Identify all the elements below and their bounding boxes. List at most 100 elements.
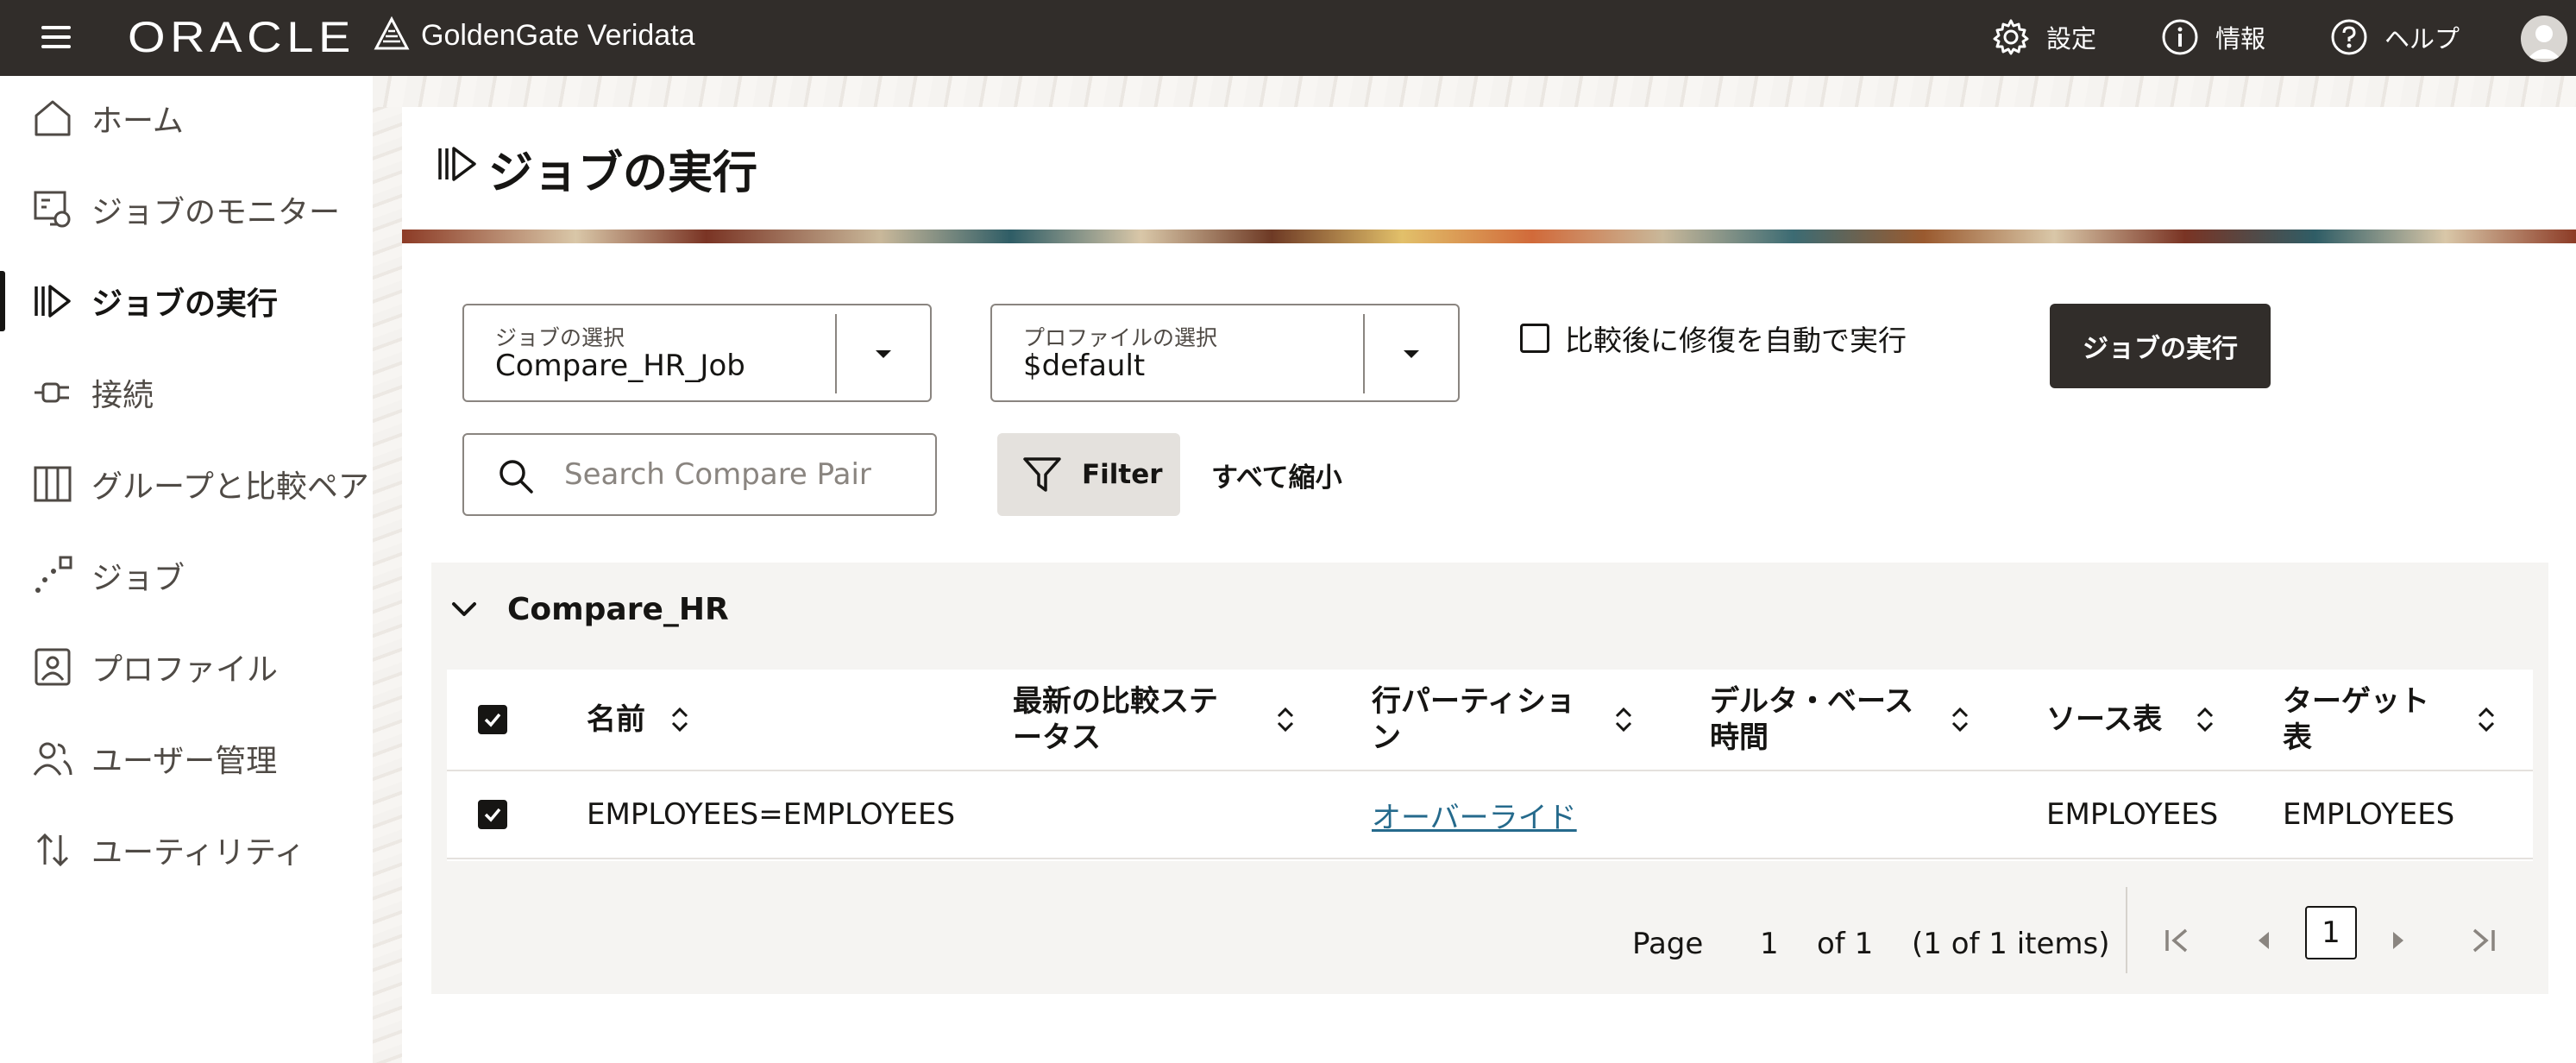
sidebar-item-profiles[interactable]: プロファイル	[0, 628, 373, 706]
column-header-label: ソース表	[2046, 701, 2163, 737]
help-label: ヘルプ	[2384, 24, 2460, 53]
columns-icon	[34, 466, 72, 502]
cell-target-table: EMPLOYEES	[2283, 797, 2455, 832]
column-header-label: 行パーティション	[1372, 683, 1575, 756]
user-avatar[interactable]	[2521, 16, 2567, 62]
users-icon	[33, 742, 72, 776]
current-page-button[interactable]: 1	[2305, 906, 2357, 959]
gear-icon	[1993, 19, 2029, 55]
compare-group-panel: Compare_HR 名前 最新の比較ステータス 行パーティション デルタ・ベー…	[431, 563, 2548, 994]
row-partition-override-link[interactable]: オーバーライド	[1372, 794, 1577, 836]
sort-icon	[1951, 707, 1969, 733]
job-select-label: ジョブの選択	[495, 325, 625, 350]
row-checkbox[interactable]	[478, 800, 507, 829]
previous-page-icon[interactable]	[2243, 920, 2284, 961]
group-toggle[interactable]: Compare_HR	[449, 583, 729, 635]
help-button[interactable]: ヘルプ	[2329, 16, 2460, 59]
chevron-down-icon	[452, 602, 476, 616]
page-of-label: of 1	[1817, 927, 1874, 961]
sidebar-item-label: ジョブ	[91, 561, 185, 596]
user-avatar-icon	[2528, 25, 2560, 59]
sort-icon	[671, 707, 688, 733]
sidebar-item-label: ジョブの実行	[91, 286, 279, 322]
search-placeholder: Search Compare Pair	[564, 457, 871, 492]
auto-repair-label: 比較後に修復を自動で実行	[1565, 324, 1907, 357]
job-select-value: Compare_HR_Job	[495, 349, 745, 383]
column-header-label: 名前	[587, 701, 645, 737]
dropdown-arrow-icon[interactable]	[870, 340, 897, 368]
profile-select-label: プロファイルの選択	[1023, 325, 1218, 350]
select-divider	[1363, 314, 1365, 393]
filter-label: Filter	[1082, 459, 1163, 490]
next-page-icon[interactable]	[2378, 920, 2419, 961]
sidebar: ホーム ジョブのモニター ジョブの実行 接続 グループと比較ペア ジョブ プロフ…	[0, 76, 373, 1063]
page-header: ジョブの実行	[402, 107, 2576, 230]
settings-button[interactable]: 設定	[1991, 16, 2096, 59]
sidebar-item-user-management[interactable]: ユーザー管理	[0, 720, 373, 797]
filter-button[interactable]: Filter	[997, 433, 1180, 516]
sidebar-item-utilities[interactable]: ユーティリティ	[0, 811, 373, 889]
sidebar-item-label: ユーティリティ	[91, 835, 305, 871]
cell-row-partition: オーバーライド	[1372, 771, 1577, 858]
auto-repair-checkbox-box[interactable]	[1520, 324, 1549, 353]
column-header-name[interactable]: 名前	[587, 670, 983, 770]
page-label: Page	[1632, 927, 1704, 961]
sidebar-item-label: ユーザー管理	[91, 744, 278, 779]
items-count-label: (1 of 1 items)	[1912, 927, 2110, 961]
profile-select[interactable]: プロファイルの選択 $default	[990, 304, 1460, 402]
dropdown-arrow-icon[interactable]	[1398, 340, 1425, 368]
last-page-icon[interactable]	[2462, 920, 2504, 961]
compare-pair-table: 名前 最新の比較ステータス 行パーティション デルタ・ベース時間 ソース表 ター…	[447, 670, 2533, 861]
table-row[interactable]	[478, 771, 507, 858]
sidebar-item-jobs[interactable]: ジョブ	[0, 537, 373, 614]
select-all-checkbox[interactable]	[478, 705, 507, 734]
run-job-button[interactable]: ジョブの実行	[2050, 304, 2271, 388]
hamburger-menu-icon[interactable]	[41, 22, 71, 52]
sort-icon	[2196, 707, 2214, 733]
select-divider	[835, 314, 837, 393]
sidebar-item-home[interactable]: ホーム	[0, 79, 373, 157]
column-header-label: デルタ・ベース時間	[1710, 683, 1914, 756]
sort-icon	[1277, 707, 1294, 733]
column-header-label: 最新の比較ステータス	[1013, 683, 1218, 756]
column-header-delta-base-time[interactable]: デルタ・ベース時間	[1710, 670, 2020, 770]
sidebar-item-job-monitor[interactable]: ジョブのモニター	[0, 171, 373, 248]
run-job-icon	[35, 285, 71, 318]
help-icon	[2331, 19, 2367, 55]
first-page-icon[interactable]	[2157, 920, 2198, 961]
job-icon	[35, 556, 72, 593]
sidebar-item-label: グループと比較ペア	[91, 469, 369, 505]
utility-icon	[36, 833, 69, 867]
plug-icon	[35, 382, 69, 403]
select-all-cell	[478, 670, 507, 770]
job-select[interactable]: ジョブの選択 Compare_HR_Job	[462, 304, 932, 402]
sidebar-item-connections[interactable]: 接続	[0, 354, 373, 431]
sort-icon	[1615, 707, 1632, 733]
decorative-banner	[402, 230, 2576, 243]
column-header-row-partition[interactable]: 行パーティション	[1372, 670, 1682, 770]
page-number-input[interactable]: 1	[1760, 908, 1779, 980]
collapse-all-link[interactable]: すべて縮小	[1211, 456, 1342, 494]
info-icon	[2162, 19, 2198, 55]
cell-name: EMPLOYEES=EMPLOYEES	[587, 797, 956, 832]
cell-source-table: EMPLOYEES	[2046, 797, 2219, 832]
checkmark-icon	[484, 808, 501, 822]
column-header-status[interactable]: 最新の比較ステータス	[1013, 670, 1332, 770]
search-icon	[499, 460, 533, 494]
column-header-target-table[interactable]: ターゲット表	[2283, 670, 2524, 770]
sidebar-item-run-job[interactable]: ジョブの実行	[0, 262, 373, 340]
search-compare-pair-input[interactable]: Search Compare Pair	[462, 433, 937, 516]
column-header-source-table[interactable]: ソース表	[2046, 670, 2253, 770]
info-label: 情報	[2215, 24, 2266, 53]
home-icon	[35, 100, 71, 136]
auto-repair-checkbox[interactable]: 比較後に修復を自動で実行	[1520, 319, 1907, 357]
sidebar-item-groups-compare-pairs[interactable]: グループと比較ペア	[0, 445, 373, 523]
info-button[interactable]: 情報	[2160, 16, 2265, 59]
sidebar-item-label: ジョブのモニター	[91, 195, 341, 230]
background-texture	[373, 76, 402, 1063]
column-header-label: ターゲット表	[2283, 683, 2429, 756]
run-job-icon	[438, 147, 476, 181]
profile-icon	[35, 648, 71, 686]
profile-select-value: $default	[1023, 349, 1146, 383]
goldengate-logo-icon	[374, 16, 410, 50]
